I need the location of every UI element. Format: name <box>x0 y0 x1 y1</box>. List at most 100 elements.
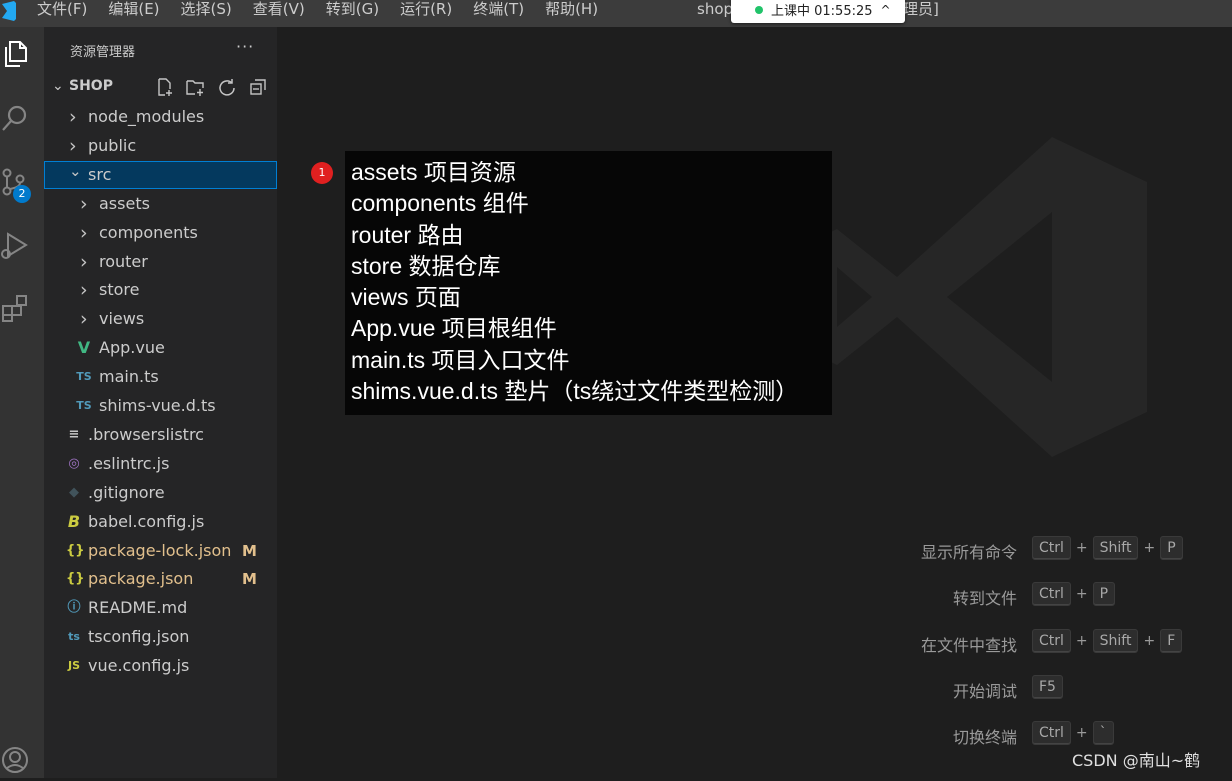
info-file-icon: ⓘ <box>67 600 81 616</box>
shortcut-keys: F5 <box>1032 674 1063 699</box>
json-file-icon: {} <box>66 571 85 587</box>
window-title: shop <box>697 0 734 18</box>
tree-label: .eslintrc.js <box>88 453 170 473</box>
tree-folder-store[interactable]: › store <box>44 276 277 304</box>
chevron-right-icon: › <box>80 192 88 215</box>
tree-file[interactable]: TS shims-vue.d.ts <box>44 392 277 420</box>
tree-folder-assets[interactable]: › assets <box>44 190 277 218</box>
tree-file[interactable]: JS vue.config.js <box>44 652 277 680</box>
tree-file[interactable]: {} package.json M <box>44 565 277 593</box>
javascript-file-icon: JS <box>67 659 80 673</box>
tree-label: components <box>99 222 198 242</box>
list-file-icon: ≡ <box>68 426 80 442</box>
tree-file[interactable]: Bbabel.config.js <box>44 508 277 536</box>
annotation-line: main.ts 项目入口文件 <box>351 346 570 373</box>
extensions-icon[interactable] <box>0 293 30 329</box>
tree-label: babel.config.js <box>88 511 205 531</box>
tree-file[interactable]: ◆ .gitignore <box>44 479 277 507</box>
typescript-file-icon: TS <box>76 399 92 412</box>
project-name: SHOP <box>69 78 113 94</box>
tree-file[interactable]: ◎ .eslintrc.js <box>44 450 277 478</box>
tree-file[interactable]: {} package-lock.json M <box>44 537 277 565</box>
chevron-right-icon: › <box>80 308 88 331</box>
more-actions-icon[interactable]: ··· <box>236 37 254 56</box>
class-status-pill[interactable]: 上课中 01:55:25 ^ <box>731 0 905 23</box>
tree-file[interactable]: ts tsconfig.json <box>44 623 277 651</box>
chevron-down-icon: ⌄ <box>52 78 64 94</box>
key-cap: F <box>1160 628 1183 653</box>
shortcut-keys: Ctrl + Shift + F <box>1032 628 1183 653</box>
chevron-down-icon: ⌄ <box>69 161 82 180</box>
shortcut-keys: Ctrl + ` <box>1032 721 1114 746</box>
shortcut-label: 开始调试 <box>952 681 1017 701</box>
new-file-icon[interactable] <box>155 77 175 97</box>
tree-file[interactable]: ⓘ README.md <box>44 594 277 622</box>
tree-folder-components[interactable]: › components <box>44 219 277 247</box>
tsconfig-file-icon: ts <box>68 630 80 644</box>
annotation-line: assets 项目资源 <box>351 159 516 185</box>
tree-file[interactable]: TS main.ts <box>44 363 277 391</box>
menu-item[interactable]: 帮助(H) <box>545 0 598 20</box>
tree-label: router <box>99 251 148 271</box>
tree-label: views <box>99 309 145 329</box>
tree-folder-node_modules[interactable]: › node_modules <box>44 103 277 131</box>
tree-label: shims-vue.d.ts <box>99 396 216 415</box>
menu-item[interactable]: 文件(F) <box>37 0 87 20</box>
shortcut-label: 在文件中查找 <box>920 635 1017 655</box>
refresh-icon[interactable] <box>217 77 237 97</box>
menu-item[interactable]: 运行(R) <box>400 0 452 20</box>
tree-folder-src[interactable]: ⌄ src <box>44 160 277 189</box>
chevron-up-icon[interactable]: ^ <box>881 3 891 17</box>
collapse-all-icon[interactable] <box>248 77 268 97</box>
run-debug-icon[interactable] <box>0 230 30 266</box>
tree-folder-views[interactable]: › views <box>44 305 277 333</box>
key-cap: Ctrl <box>1032 628 1071 653</box>
shortcut-row: 在文件中查找 Ctrl + Shift + F <box>727 628 1207 655</box>
menu-item[interactable]: 查看(V) <box>253 0 305 20</box>
account-icon[interactable] <box>0 745 30 781</box>
new-folder-icon[interactable] <box>185 77 205 97</box>
shortcut-row: 开始调试 F5 <box>727 674 1207 701</box>
babel-file-icon: B <box>67 511 81 531</box>
shortcut-keys: Ctrl + Shift + P <box>1032 536 1183 560</box>
annotation-line: shims.vue.d.ts 垫片（ts绕过文件类型检测） <box>351 378 799 405</box>
watermark-credit: CSDN @南山~鹤 <box>1072 751 1201 770</box>
class-status-text: 上课中 01:55:25 <box>771 4 873 19</box>
eslint-file-icon: ◎ <box>68 455 80 471</box>
key-cap: F5 <box>1032 674 1063 699</box>
tree-folder-router[interactable]: › router <box>44 248 277 276</box>
key-cap: Ctrl <box>1032 536 1071 560</box>
tree-folder-public[interactable]: › public <box>44 132 277 160</box>
key-cap: Shift <box>1092 536 1139 560</box>
annotation-line: components 组件 <box>351 190 529 217</box>
vscode-watermark-icon <box>797 137 1147 457</box>
key-cap: P <box>1160 536 1183 560</box>
menu-item[interactable]: 编辑(E) <box>108 0 159 20</box>
shortcut-label: 显示所有命令 <box>920 543 1017 562</box>
menu-item[interactable]: 选择(S) <box>181 0 232 20</box>
menu-item[interactable]: 转到(G) <box>326 0 379 20</box>
annotation-box: assets 项目资源 components 组件 router 路由 store 数… <box>345 151 832 415</box>
key-plus: + <box>1143 632 1156 649</box>
git-modified-badge: M <box>242 541 257 560</box>
shortcut-keys: Ctrl + P <box>1032 582 1116 607</box>
annotation-badge: 1 <box>311 162 333 184</box>
tree-label: assets <box>99 193 150 213</box>
json-file-icon: {} <box>66 542 85 558</box>
files-icon[interactable] <box>0 39 30 75</box>
window-title-suffix: 理员] <box>903 0 939 18</box>
key-cap: Ctrl <box>1032 582 1071 607</box>
tree-file[interactable]: ≡ .browserslistrc <box>44 421 277 449</box>
key-cap: Shift <box>1092 628 1139 653</box>
git-file-icon: ◆ <box>69 484 79 500</box>
vscode-logo-icon <box>2 1 16 21</box>
menu-item[interactable]: 终端(T) <box>473 0 524 20</box>
tree-file[interactable]: V App.vue <box>44 334 277 362</box>
explorer-title: 资源管理器 <box>70 45 136 60</box>
tree-label: tsconfig.json <box>88 627 190 647</box>
key-cap: Ctrl <box>1032 721 1071 746</box>
menu-bar: 文件(F) 编辑(E) 选择(S) 查看(V) 转到(G) 运行(R) 终端(T) 帮助(H) <box>37 0 619 20</box>
search-icon[interactable] <box>0 103 30 139</box>
key-plus: + <box>1075 725 1088 742</box>
tree-label: package.json <box>88 569 194 589</box>
